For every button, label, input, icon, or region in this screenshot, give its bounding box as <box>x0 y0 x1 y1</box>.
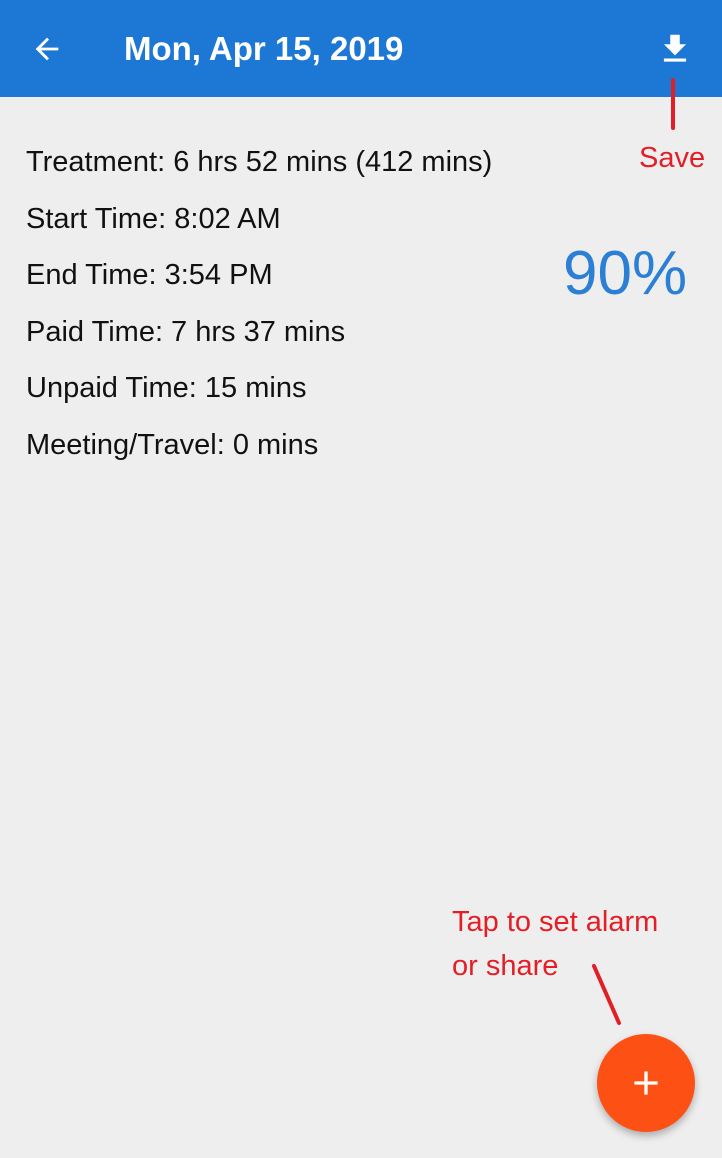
save-annotation-label: Save <box>639 142 706 174</box>
add-fab-button[interactable] <box>597 1034 695 1132</box>
fab-annotation-label-line2: or share <box>452 950 559 982</box>
fab-annotation-label-line1: Tap to set alarm <box>452 906 659 938</box>
app-screen: Mon, Apr 15, 2019 Treatment: 6 hrs 52 mi… <box>0 0 722 1158</box>
fab-annotation-line <box>592 964 621 1025</box>
annotation-lines <box>592 78 675 1025</box>
plus-icon <box>634 1071 658 1095</box>
